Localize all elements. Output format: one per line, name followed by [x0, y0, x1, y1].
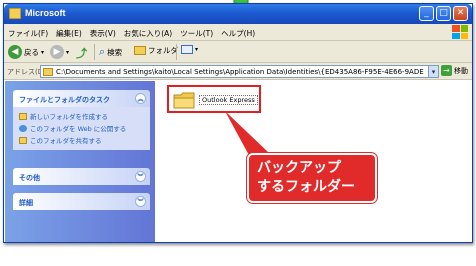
task-section-title: 詳細	[19, 199, 33, 207]
task-section-title: その他	[19, 174, 40, 182]
menu-edit[interactable]: 編集(E)	[56, 28, 82, 39]
address-bar: アドレス(D) C:\Documents and Settings\kaito\…	[4, 63, 472, 80]
back-button[interactable]: ◀ 戻る ▾	[8, 45, 44, 59]
chevron-down-icon: ▾	[66, 48, 70, 56]
task-link-new-folder[interactable]: 新しいフォルダを作成する	[13, 110, 150, 122]
address-value: C:\Documents and Settings\kaito\Local Se…	[56, 67, 424, 76]
go-label: 移動	[454, 66, 468, 75]
chevron-down-icon: ▾	[41, 48, 45, 56]
task-link-share-folder[interactable]: このフォルダを共有する	[13, 134, 150, 146]
folders-icon	[134, 46, 146, 55]
task-link-label: このフォルダを共有する	[30, 137, 102, 145]
go-arrow-icon: →	[441, 65, 452, 76]
chevron-down-icon: ▾	[195, 46, 199, 53]
task-link-label: 新しいフォルダを作成する	[30, 113, 108, 121]
address-dropdown-button[interactable]: ▾	[428, 65, 439, 78]
task-section-file-folder: ファイルとフォルダのタスク ︽ 新しいフォルダを作成する このフォルダを Web…	[13, 90, 150, 150]
toolbar: ◀ 戻る ▾ ▶ ▾ ⤴ ⌕ 検索 フォルダ ▾	[4, 41, 472, 63]
address-input[interactable]: C:\Documents and Settings\kaito\Local Se…	[40, 65, 429, 78]
task-section-title: ファイルとフォルダのタスク	[19, 96, 110, 104]
close-button[interactable]: ✕	[453, 6, 468, 21]
task-section-header[interactable]: その他 ︾	[13, 168, 150, 185]
minimize-button[interactable]: _	[419, 6, 434, 21]
up-arrow-icon: ⤴	[76, 47, 87, 60]
share-folder-icon	[19, 136, 27, 144]
menu-file[interactable]: ファイル(F)	[8, 28, 48, 39]
search-label: 検索	[107, 47, 123, 57]
search-button[interactable]: ⌕ 検索	[99, 45, 122, 59]
globe-icon	[19, 124, 27, 132]
expand-chevron-icon[interactable]: ︾	[135, 171, 146, 182]
window-title: Microsoft	[25, 8, 66, 18]
task-section-header[interactable]: ファイルとフォルダのタスク ︽	[13, 90, 150, 107]
title-bar[interactable]: Microsoft _ □ ✕	[4, 4, 472, 24]
folder-icon	[9, 8, 21, 19]
folders-label: フォルダ	[148, 46, 178, 55]
task-section-details: 詳細 ︾	[13, 193, 150, 210]
page: Microsoft _ □ ✕ ファイル(F) 編集(E) 表示(V) お気に入…	[0, 0, 476, 266]
annotation-line-1: バックアップ	[257, 160, 341, 176]
folder-icon	[43, 67, 53, 76]
task-pane: ファイルとフォルダのタスク ︽ 新しいフォルダを作成する このフォルダを Web…	[5, 81, 155, 242]
expand-chevron-icon[interactable]: ︾	[135, 196, 146, 207]
collapse-chevron-icon[interactable]: ︽	[135, 93, 146, 104]
menu-help[interactable]: ヘルプ(H)	[221, 28, 255, 39]
back-label: 戻る	[24, 47, 39, 57]
folders-button[interactable]: フォルダ	[134, 45, 178, 56]
task-section-header[interactable]: 詳細 ︾	[13, 193, 150, 210]
windows-logo-icon	[452, 25, 468, 39]
menu-favorites[interactable]: お気に入り(A)	[124, 28, 172, 39]
up-folder-button[interactable]: ⤴	[76, 45, 87, 61]
new-folder-icon	[19, 112, 27, 120]
annotation-callout: バックアップ するフォルダー	[247, 153, 377, 203]
highlight-box	[167, 85, 261, 113]
forward-button[interactable]: ▶ ▾	[50, 45, 69, 59]
views-button[interactable]: ▾	[181, 45, 198, 54]
views-icon	[181, 45, 193, 54]
forward-arrow-icon: ▶	[50, 45, 64, 59]
file-list-area: Outlook Express バックアップ するフォルダー	[155, 81, 471, 242]
task-link-publish-web[interactable]: このフォルダを Web に公開する	[13, 122, 150, 134]
search-icon: ⌕	[99, 45, 106, 58]
menu-bar: ファイル(F) 編集(E) 表示(V) お気に入り(A) ツール(T) ヘルプ(…	[4, 24, 472, 41]
annotation-line-2: するフォルダー	[257, 179, 355, 195]
menu-tools[interactable]: ツール(T)	[180, 28, 213, 39]
go-button[interactable]: → 移動	[441, 65, 468, 76]
task-section-other: その他 ︾	[13, 168, 150, 185]
task-link-label: このフォルダを Web に公開する	[30, 125, 127, 133]
explorer-window: Microsoft _ □ ✕ ファイル(F) 編集(E) 表示(V) お気に入…	[3, 3, 473, 243]
maximize-button[interactable]: □	[436, 6, 451, 21]
back-arrow-icon: ◀	[8, 45, 22, 59]
menu-view[interactable]: 表示(V)	[90, 28, 116, 39]
